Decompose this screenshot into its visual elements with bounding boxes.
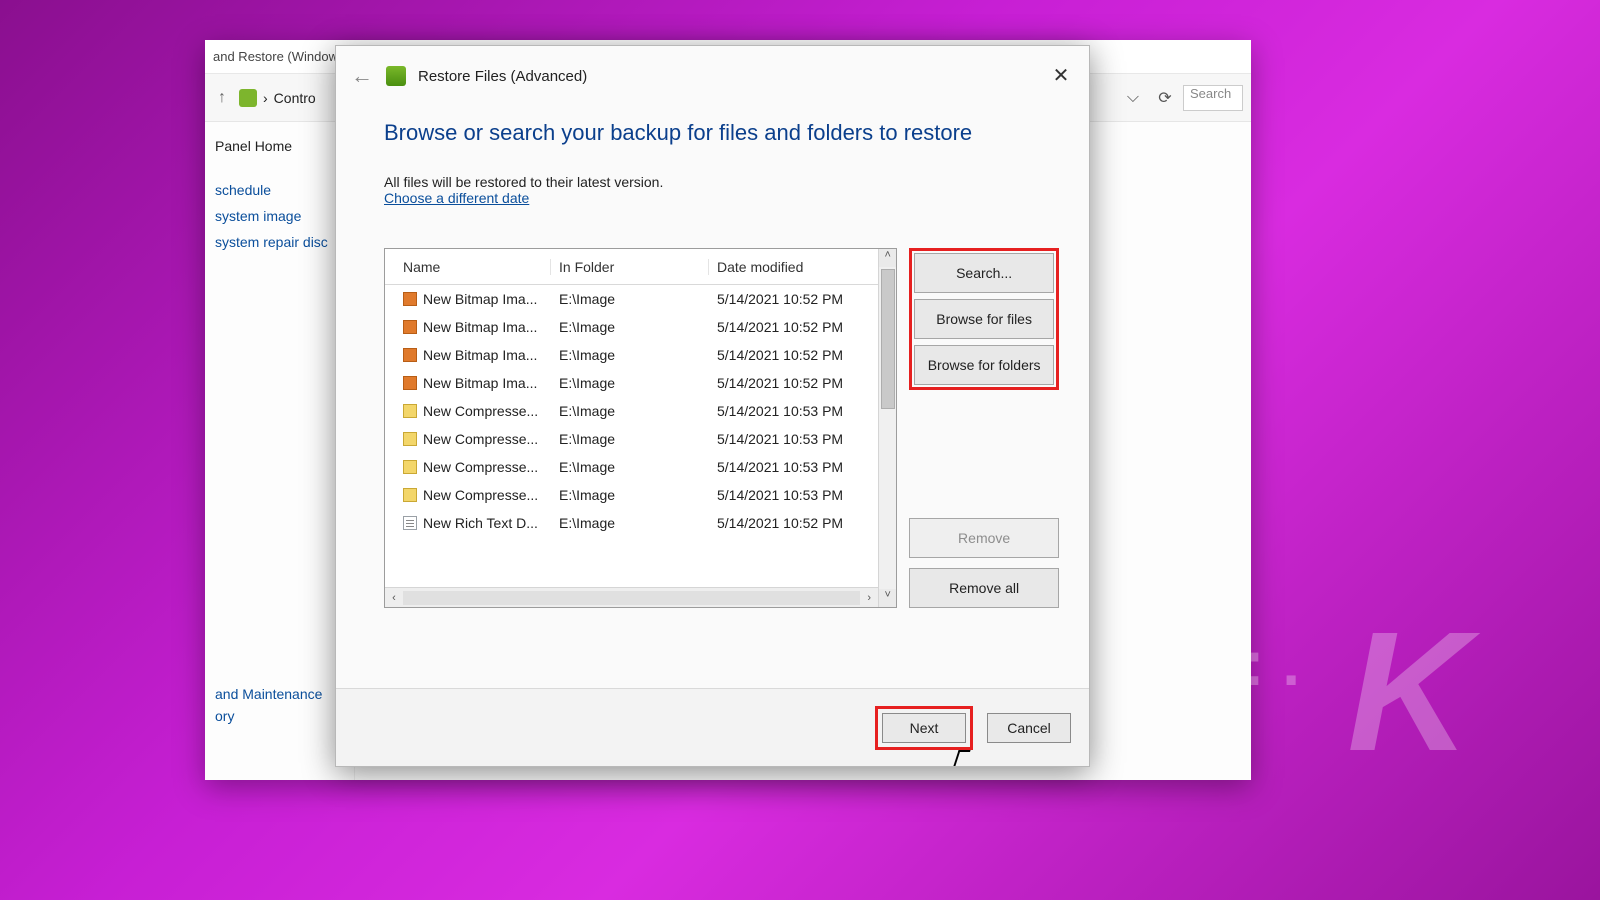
restore-files-wizard: ← Restore Files (Advanced) ✕ Browse or s… [335,45,1090,767]
refresh-icon[interactable]: ⟳ [1155,88,1175,108]
file-row[interactable]: New Compresse... E:\Image5/14/2021 10:53 … [385,453,878,481]
wizard-footer: Next Cancel [336,688,1089,766]
breadcrumb[interactable]: › Contro [239,89,316,107]
wizard-titlebar: ← Restore Files (Advanced) ✕ [336,46,1089,106]
file-name: New Compresse... [423,459,538,475]
file-date: 5/14/2021 10:53 PM [709,431,878,447]
file-folder: E:\Image [551,403,709,419]
file-row[interactable]: New Bitmap Ima... E:\Image5/14/2021 10:52… [385,313,878,341]
wizard-back-icon[interactable]: ← [350,63,374,89]
file-row[interactable]: New Compresse... E:\Image5/14/2021 10:53 … [385,425,878,453]
file-type-rtf-icon [403,516,417,530]
sidebar-home[interactable]: Panel Home [215,138,344,154]
file-type-zip-icon [403,432,417,446]
nav-up-icon[interactable]: ↑ [213,89,231,107]
wizard-subtext: All files will be restored to their late… [384,174,1059,190]
search-button[interactable]: Search... [914,253,1054,293]
file-type-zip-icon [403,404,417,418]
file-type-zip-icon [403,488,417,502]
file-name: New Rich Text D... [423,515,538,531]
file-folder: E:\Image [551,319,709,335]
wizard-heading: Browse or search your backup for files a… [384,120,1059,146]
file-row[interactable]: New Compresse... E:\Image5/14/2021 10:53 … [385,481,878,509]
file-list: Name In Folder Date modified New Bitmap … [384,248,897,608]
file-list-header: Name In Folder Date modified [385,249,878,285]
file-name: New Bitmap Ima... [423,319,537,335]
file-name: New Bitmap Ima... [423,347,537,363]
file-name: New Compresse... [423,403,538,419]
h-scroll-track[interactable] [403,591,860,605]
control-panel-icon [239,89,257,107]
watermark-dots-icon: : . [1243,626,1300,700]
file-folder: E:\Image [551,459,709,475]
browse-files-button[interactable]: Browse for files [914,299,1054,339]
cancel-button[interactable]: Cancel [987,713,1071,743]
horizontal-scrollbar[interactable]: ‹ › [385,587,878,607]
highlight-browse-buttons: Search... Browse for files Browse for fo… [909,248,1059,390]
file-folder: E:\Image [551,431,709,447]
col-header-date[interactable]: Date modified [709,259,878,275]
remove-all-button[interactable]: Remove all [909,568,1059,608]
file-row[interactable]: New Bitmap Ima... E:\Image5/14/2021 10:52… [385,341,878,369]
scroll-down-icon[interactable]: ˅ [879,589,896,607]
file-type-zip-icon [403,460,417,474]
file-name: New Bitmap Ima... [423,291,537,307]
file-date: 5/14/2021 10:52 PM [709,347,878,363]
remove-button: Remove [909,518,1059,558]
file-date: 5/14/2021 10:52 PM [709,375,878,391]
watermark-k-icon: K [1347,594,1462,790]
highlight-next-button: Next [875,706,973,750]
scroll-left-icon[interactable]: ‹ [385,592,403,604]
file-type-bmp-icon [403,348,417,362]
wizard-title: Restore Files (Advanced) [418,68,587,85]
scroll-up-icon[interactable]: ˄ [879,249,896,267]
vertical-scrollbar[interactable]: ˄ ˅ [878,249,896,607]
sidebar-footer-maintenance[interactable]: and Maintenance [215,686,344,702]
close-icon[interactable]: ✕ [1041,59,1081,93]
file-folder: E:\Image [551,347,709,363]
file-type-bmp-icon [403,376,417,390]
file-type-bmp-icon [403,292,417,306]
col-header-name[interactable]: Name [385,259,551,275]
file-date: 5/14/2021 10:53 PM [709,403,878,419]
file-row[interactable]: New Rich Text D... E:\Image5/14/2021 10:5… [385,509,878,537]
search-box[interactable]: Search [1183,85,1243,111]
file-row[interactable]: New Bitmap Ima... E:\Image5/14/2021 10:52… [385,369,878,397]
restore-icon [386,66,406,86]
file-name: New Bitmap Ima... [423,375,537,391]
file-name: New Compresse... [423,431,538,447]
sidebar-link-schedule[interactable]: schedule [215,182,344,198]
file-folder: E:\Image [551,515,709,531]
scroll-right-icon[interactable]: › [860,592,878,604]
file-name: New Compresse... [423,487,538,503]
file-folder: E:\Image [551,487,709,503]
bg-sidebar: Panel Home schedule system image system … [205,122,355,780]
v-scroll-thumb[interactable] [881,269,895,409]
file-row[interactable]: New Bitmap Ima... E:\Image5/14/2021 10:52… [385,285,878,313]
file-date: 5/14/2021 10:52 PM [709,291,878,307]
next-button[interactable]: Next [882,713,966,743]
address-dropdown-icon[interactable]: ⌵ [1119,89,1147,107]
sidebar-link-system-image[interactable]: system image [215,208,344,224]
col-header-folder[interactable]: In Folder [551,259,709,275]
file-type-bmp-icon [403,320,417,334]
file-folder: E:\Image [551,291,709,307]
breadcrumb-text: Contro [274,90,316,106]
breadcrumb-sep: › [263,90,268,106]
file-folder: E:\Image [551,375,709,391]
file-date: 5/14/2021 10:52 PM [709,319,878,335]
sidebar-footer-history[interactable]: ory [215,708,344,724]
file-date: 5/14/2021 10:53 PM [709,459,878,475]
sidebar-link-repair-disc[interactable]: system repair disc [215,234,344,250]
file-date: 5/14/2021 10:52 PM [709,515,878,531]
file-date: 5/14/2021 10:53 PM [709,487,878,503]
file-row[interactable]: New Compresse... E:\Image5/14/2021 10:53 … [385,397,878,425]
browse-folders-button[interactable]: Browse for folders [914,345,1054,385]
choose-different-date-link[interactable]: Choose a different date [384,190,529,206]
